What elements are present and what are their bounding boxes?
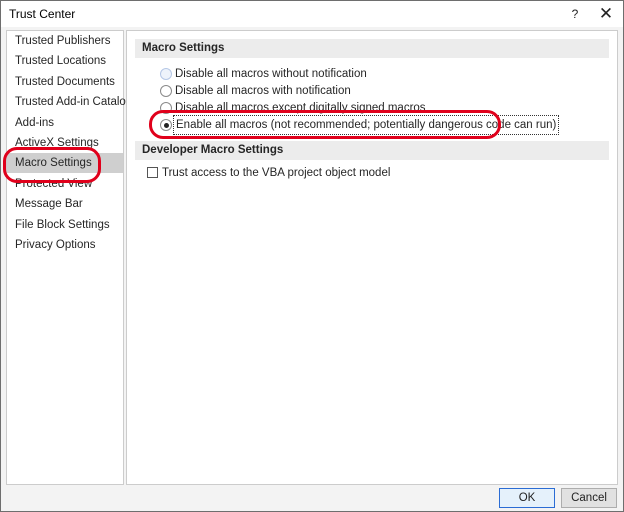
settings-panel: Macro Settings Disable all macros withou… bbox=[126, 30, 618, 485]
sidebar-item-trusted-add-in-catalogs[interactable]: Trusted Add-in Catalogs bbox=[7, 92, 138, 112]
close-icon[interactable]: ✕ bbox=[594, 4, 618, 24]
trust-vba-label: Trust access to the VBA project object m… bbox=[162, 167, 391, 179]
trust-center-dialog: Trust Center ? ✕ Trusted Publishers Trus… bbox=[0, 0, 624, 512]
sidebar-item-message-bar[interactable]: Message Bar bbox=[7, 194, 123, 214]
ok-button[interactable]: OK bbox=[499, 488, 555, 508]
cancel-button[interactable]: Cancel bbox=[561, 488, 617, 508]
radio-button[interactable] bbox=[160, 85, 172, 97]
sidebar-item-protected-view[interactable]: Protected View bbox=[7, 174, 123, 194]
sidebar-item-activex-settings[interactable]: ActiveX Settings bbox=[7, 133, 123, 153]
sidebar-item-file-block-settings[interactable]: File Block Settings bbox=[7, 215, 123, 235]
category-sidebar: Trusted Publishers Trusted Locations Tru… bbox=[6, 30, 138, 485]
radio-label: Disable all macros without notification bbox=[175, 68, 367, 80]
sidebar-item-trusted-locations[interactable]: Trusted Locations bbox=[7, 51, 123, 71]
macro-settings-header: Macro Settings bbox=[135, 39, 609, 58]
window-title: Trust Center bbox=[9, 7, 76, 21]
radio-button[interactable] bbox=[160, 68, 172, 80]
radio-label: Enable all macros (not recommended; pote… bbox=[172, 115, 560, 135]
radio-button[interactable] bbox=[160, 102, 172, 114]
developer-macro-settings-header: Developer Macro Settings bbox=[135, 141, 609, 160]
sidebar-item-trusted-publishers[interactable]: Trusted Publishers bbox=[7, 31, 123, 51]
radio-label: Disable all macros except digitally sign… bbox=[175, 102, 426, 114]
help-icon[interactable]: ? bbox=[563, 4, 587, 24]
sidebar-item-macro-settings[interactable]: Macro Settings bbox=[7, 153, 123, 173]
title-bar: Trust Center ? ✕ bbox=[1, 1, 623, 27]
sidebar-item-privacy-options[interactable]: Privacy Options bbox=[7, 235, 123, 255]
trust-vba-checkbox[interactable] bbox=[147, 167, 158, 178]
sidebar-item-trusted-documents[interactable]: Trusted Documents bbox=[7, 72, 123, 92]
radio-label: Disable all macros with notification bbox=[175, 85, 351, 97]
radio-button-selected[interactable] bbox=[160, 119, 172, 131]
sidebar-item-add-ins[interactable]: Add-ins bbox=[7, 113, 123, 133]
